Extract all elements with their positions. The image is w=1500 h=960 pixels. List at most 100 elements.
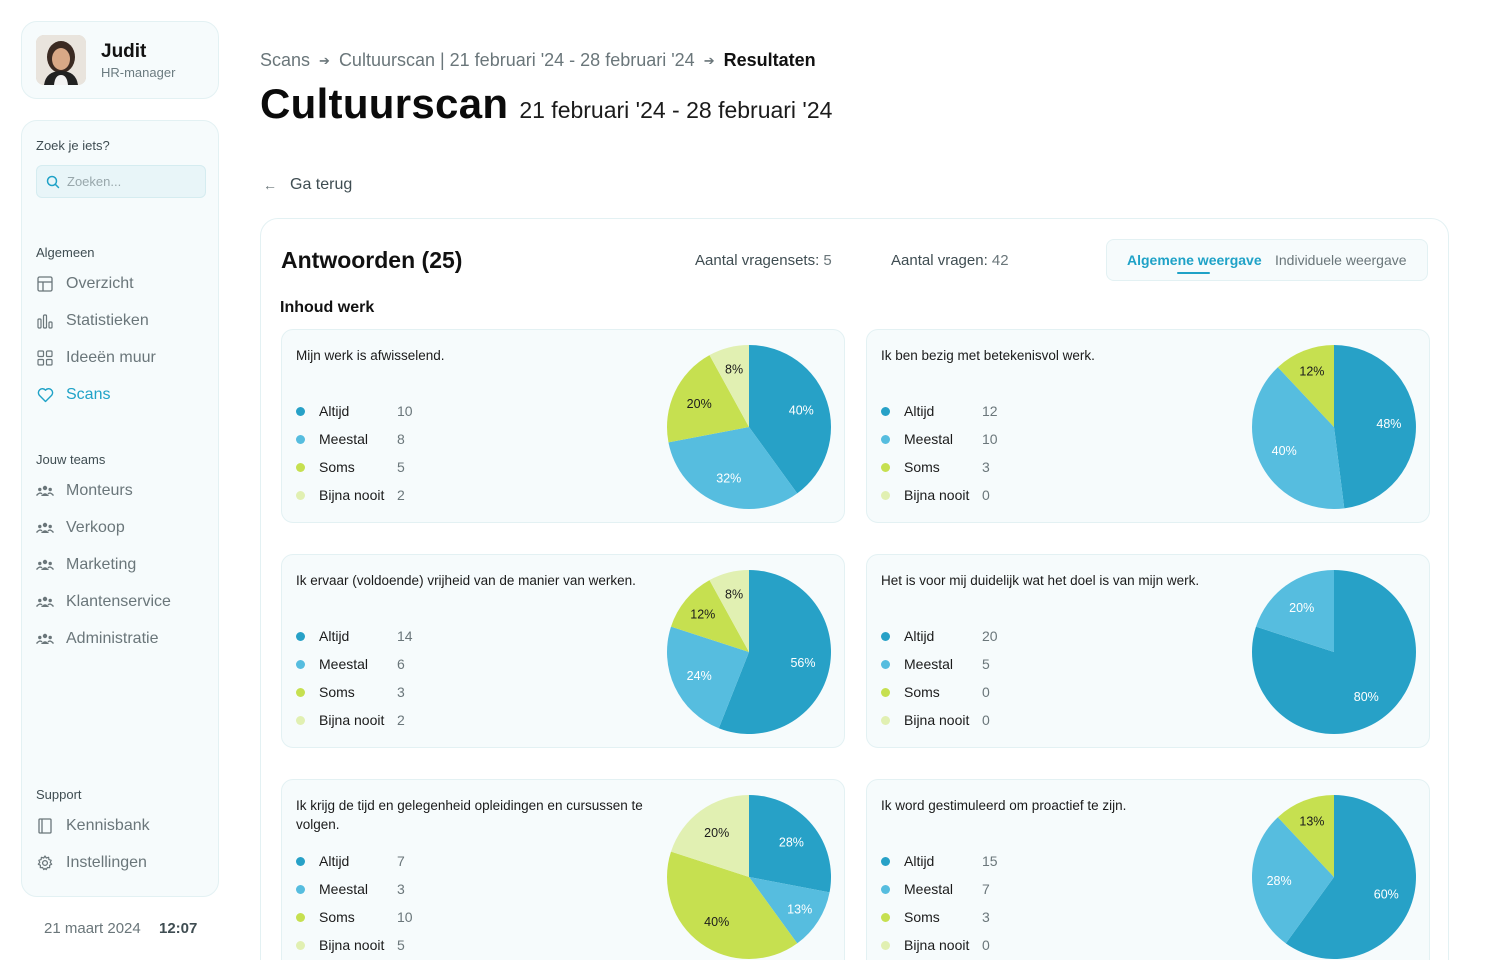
section-label-support: Support xyxy=(36,787,82,802)
legend-dot xyxy=(296,687,305,697)
team-item-verkoop[interactable]: Verkoop xyxy=(36,516,125,540)
footer-time: 12:07 xyxy=(159,920,198,937)
legend-row: Soms 5 xyxy=(296,458,405,476)
legend-dot xyxy=(881,912,890,922)
legend-row: Bijna nooit 0 xyxy=(881,486,990,504)
legend-dot xyxy=(881,462,890,472)
pie-slice-label: 20% xyxy=(704,826,729,840)
breadcrumb-item-scans[interactable]: Scans xyxy=(260,50,310,71)
legend-value: 3 xyxy=(982,459,990,475)
pie-slice-label: 60% xyxy=(1374,888,1399,902)
nav-item-overzicht[interactable]: Overzicht xyxy=(36,272,134,296)
legend-dot xyxy=(881,659,890,669)
nav-item-scans[interactable]: Scans xyxy=(36,383,110,407)
pie-chart: 80% 20% xyxy=(1251,570,1416,734)
question-card: Mijn werk is afwisselend. Altijd 10 Meestal… xyxy=(281,329,845,523)
legend-dot xyxy=(296,940,305,950)
team-item-marketing[interactable]: Marketing xyxy=(36,553,136,577)
legend-value: 0 xyxy=(982,684,990,700)
pie-slice-label: 32% xyxy=(716,472,741,486)
pie-slice-label: 12% xyxy=(1299,365,1324,379)
pie-slice-label: 28% xyxy=(779,835,804,849)
breadcrumb-arrow-icon: ➔ xyxy=(319,52,330,68)
legend-dot xyxy=(296,884,305,894)
nav-item-instellingen[interactable]: Instellingen xyxy=(36,851,147,875)
question-card: Ik ervaar (voldoende) vrijheid van de ma… xyxy=(281,554,845,748)
legend-dot xyxy=(296,406,305,416)
legend-row: Altijd 20 xyxy=(881,627,998,645)
nav-item-label: Instellingen xyxy=(66,854,147,871)
legend-label: Bijna nooit xyxy=(319,937,385,953)
legend-value: 10 xyxy=(982,431,998,447)
legend-value: 0 xyxy=(982,937,990,953)
view-general-tab[interactable]: Algemene weergave xyxy=(1127,252,1262,268)
question-card: Het is voor mij duidelijk wat het doel i… xyxy=(866,554,1430,748)
breadcrumb-item-resultaten: Resultaten xyxy=(723,50,816,70)
layout-icon xyxy=(36,275,54,293)
legend-row: Meestal 3 xyxy=(296,880,405,898)
team-item-klantenservice[interactable]: Klantenservice xyxy=(36,590,171,614)
page-title: Cultuurscan 21 februari '24 - 28 februar… xyxy=(260,80,832,128)
legend-row: Bijna nooit 2 xyxy=(296,711,405,729)
legend-row: Soms 10 xyxy=(296,908,413,926)
legend-label: Soms xyxy=(319,459,355,475)
search-box[interactable] xyxy=(36,165,206,198)
search-input[interactable] xyxy=(67,174,197,189)
pie-slice-label: 40% xyxy=(789,404,814,418)
legend-dot xyxy=(881,687,890,697)
nav-item-label: Scans xyxy=(66,386,111,403)
nav-item-label: Kennisbank xyxy=(66,817,150,834)
answers-title: Antwoorden (25) xyxy=(281,247,463,273)
legend-label: Altijd xyxy=(319,628,350,644)
legend-value: 14 xyxy=(397,628,413,644)
team-item-label: Marketing xyxy=(66,556,137,573)
pie-slice-label: 56% xyxy=(790,656,815,670)
back-label: Ga terug xyxy=(290,176,353,193)
nav-item-kennisbank[interactable]: Kennisbank xyxy=(36,814,150,838)
question-text: Ik ben bezig met betekenisvol werk. xyxy=(881,348,1095,363)
legend-dot xyxy=(881,940,890,950)
gear-icon xyxy=(36,854,54,872)
stat-value: 5 xyxy=(823,252,832,269)
legend-value: 8 xyxy=(397,431,405,447)
breadcrumb: Scans ➔ Cultuurscan | 21 februari '24 - … xyxy=(260,50,816,71)
legend-row: Meestal 7 xyxy=(881,880,990,898)
question-text: Mijn werk is afwisselend. xyxy=(296,348,445,363)
view-individual-tab[interactable]: Individuele weergave xyxy=(1275,252,1407,268)
pie-slice-label: 40% xyxy=(1272,444,1297,458)
back-button[interactable]: ← Ga terug xyxy=(263,176,352,194)
nav-item-statistieken[interactable]: Statistieken xyxy=(36,309,149,333)
arrow-left-icon: ← xyxy=(263,177,277,193)
nav-item-label: Statistieken xyxy=(66,312,149,329)
legend-label: Bijna nooit xyxy=(319,487,385,503)
legend-label: Meestal xyxy=(904,656,954,672)
team-icon xyxy=(36,485,54,496)
legend-row: Altijd 7 xyxy=(296,852,405,870)
breadcrumb-item-cultuurscan[interactable]: Cultuurscan | 21 februari '24 - 28 febru… xyxy=(339,50,695,71)
legend-value: 3 xyxy=(982,909,990,925)
question-card: Ik word gestimuleerd om proactief te zij… xyxy=(866,779,1430,960)
legend-row: Altijd 14 xyxy=(296,627,413,645)
legend-row: Bijna nooit 0 xyxy=(881,936,990,954)
legend-row: Bijna nooit 2 xyxy=(296,486,405,504)
legend-value: 10 xyxy=(397,909,413,925)
legend-value: 5 xyxy=(397,459,405,475)
legend-label: Soms xyxy=(904,684,940,700)
legend-dot xyxy=(296,715,305,725)
legend-label: Altijd xyxy=(904,853,935,869)
team-item-monteurs[interactable]: Monteurs xyxy=(36,479,133,503)
legend-dot xyxy=(296,434,305,444)
team-icon xyxy=(36,522,54,533)
legend-row: Soms 3 xyxy=(881,908,990,926)
legend-dot xyxy=(881,856,890,866)
profile-name: Judit xyxy=(101,40,147,62)
pie-slice-label: 12% xyxy=(690,607,715,621)
profile-card[interactable]: Judit HR-manager xyxy=(21,21,219,99)
legend-value: 15 xyxy=(982,853,998,869)
nav-item-ideeen-muur[interactable]: Ideeën muur xyxy=(36,346,156,370)
book-icon xyxy=(36,817,54,835)
legend-value: 20 xyxy=(982,628,998,644)
team-item-administratie[interactable]: Administratie xyxy=(36,627,158,651)
search-icon xyxy=(46,175,60,188)
question-text: Ik word gestimuleerd om proactief te zij… xyxy=(881,798,1127,813)
